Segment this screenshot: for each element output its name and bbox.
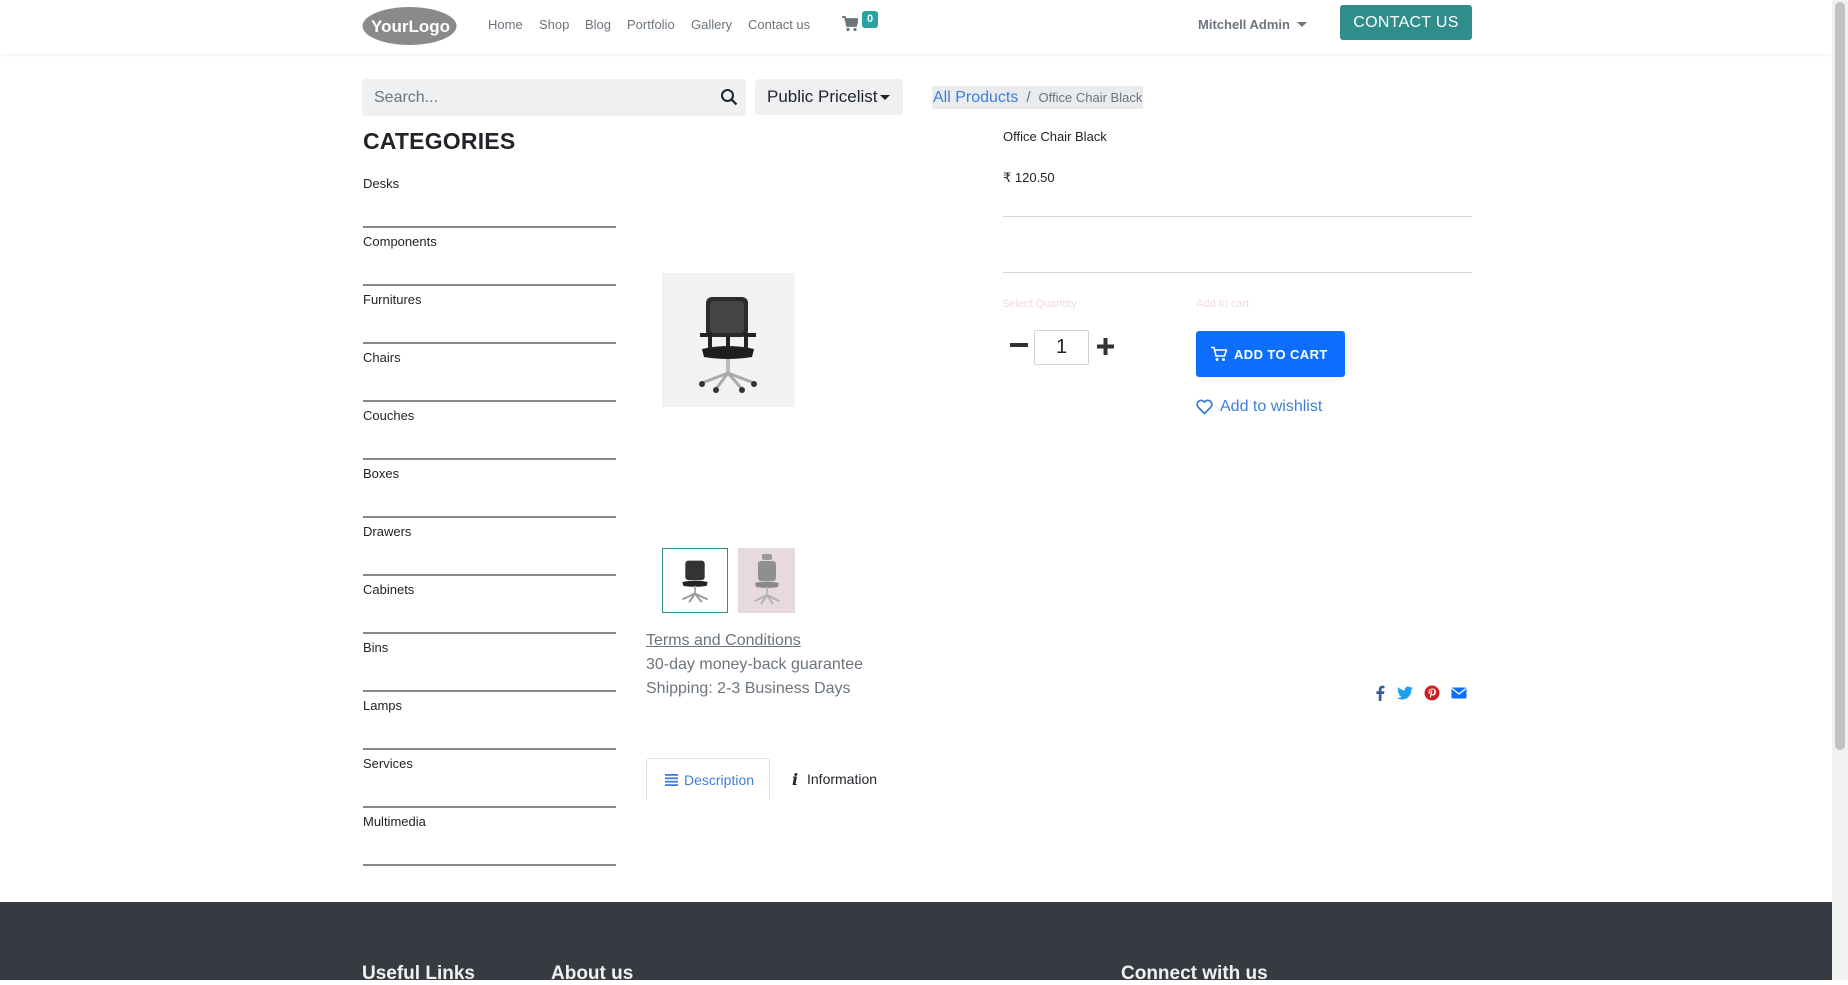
tab-description-label: Description xyxy=(684,772,755,788)
category-item[interactable]: Couches xyxy=(363,402,616,460)
facebook-icon[interactable] xyxy=(1372,685,1388,701)
category-label: Chairs xyxy=(363,350,401,365)
product-main-image[interactable] xyxy=(662,273,795,407)
email-icon[interactable] xyxy=(1451,685,1467,701)
category-label: Furnitures xyxy=(363,292,422,307)
category-label: Lamps xyxy=(363,698,403,713)
pricelist-dropdown[interactable]: Public Pricelist xyxy=(755,79,903,115)
quantity-increase-button[interactable] xyxy=(1097,338,1114,355)
contact-us-button[interactable]: CONTACT US xyxy=(1340,5,1472,40)
quantity-decrease-button[interactable] xyxy=(1010,343,1028,347)
twitter-icon[interactable] xyxy=(1397,685,1413,701)
category-item[interactable]: Multimedia xyxy=(363,808,616,866)
category-label: Boxes xyxy=(363,466,400,481)
nav-blog[interactable]: Blog xyxy=(585,17,611,32)
product-name: Office Chair Black xyxy=(1003,129,1107,144)
category-item[interactable]: Drawers xyxy=(363,518,616,576)
add-to-cart-caption: Add to cart xyxy=(1196,298,1250,310)
quantity-caption: Select Quantity xyxy=(1002,298,1077,310)
category-item[interactable]: Cabinets xyxy=(363,576,616,634)
product-thumbnail-grey[interactable] xyxy=(738,548,795,613)
terms-link[interactable]: Terms and Conditions xyxy=(646,632,801,650)
breadcrumb-all-products[interactable]: All Products xyxy=(933,89,1018,106)
category-label: Drawers xyxy=(363,524,412,539)
tab-description[interactable]: Description xyxy=(646,758,770,800)
user-menu-caret-icon[interactable] xyxy=(1297,22,1307,27)
breadcrumb-separator: / xyxy=(1026,89,1031,106)
info-icon: i xyxy=(792,770,799,789)
product-thumbnail-black[interactable] xyxy=(662,548,728,613)
add-to-cart-button[interactable]: ADD TO CART xyxy=(1196,331,1345,377)
category-item[interactable]: Lamps xyxy=(363,692,616,750)
footer-about-us-heading: About us xyxy=(551,963,634,984)
product-price: ₹ 120.50 xyxy=(1003,170,1055,185)
add-to-cart-label: ADD TO CART xyxy=(1234,347,1328,362)
nav-shop[interactable]: Shop xyxy=(539,17,569,32)
cart-icon[interactable] xyxy=(842,16,858,32)
category-item[interactable]: Chairs xyxy=(363,344,616,402)
pricelist-label: Public Pricelist xyxy=(767,87,878,106)
site-footer xyxy=(0,902,1832,980)
category-label: Services xyxy=(363,756,413,771)
footer-useful-links-heading: Useful Links xyxy=(362,963,475,984)
nav-contact-us[interactable]: Contact us xyxy=(748,17,810,32)
breadcrumb-current: Office Chair Black xyxy=(1038,90,1143,105)
tab-information-label: Information xyxy=(807,771,878,787)
categories-title: CATEGORIES xyxy=(363,128,516,154)
nav-gallery[interactable]: Gallery xyxy=(691,17,732,32)
category-label: Cabinets xyxy=(363,582,415,597)
guarantee-text: 30-day money-back guarantee xyxy=(646,656,864,673)
scrollbar-thumb[interactable] xyxy=(1835,2,1845,750)
category-item[interactable]: Furnitures xyxy=(363,286,616,344)
chevron-down-icon xyxy=(880,95,890,100)
category-item[interactable]: Bins xyxy=(363,634,616,692)
category-label: Components xyxy=(363,234,437,249)
list-icon xyxy=(665,774,678,786)
nav-home[interactable]: Home xyxy=(488,17,523,32)
divider xyxy=(1003,216,1472,217)
shipping-text: Shipping: 2-3 Business Days xyxy=(646,680,851,697)
user-menu[interactable]: Mitchell Admin xyxy=(1198,17,1290,32)
tab-information[interactable]: i Information xyxy=(790,758,900,800)
category-item[interactable]: Boxes xyxy=(363,460,616,518)
search-icon[interactable] xyxy=(720,88,738,106)
heart-icon xyxy=(1196,399,1213,415)
category-item[interactable]: Services xyxy=(363,750,616,808)
logo-text: YourLogo xyxy=(371,17,450,36)
quantity-input[interactable] xyxy=(1034,330,1089,365)
add-to-wishlist-label: Add to wishlist xyxy=(1220,398,1323,415)
footer-connect-heading: Connect with us xyxy=(1121,963,1268,984)
category-label: Bins xyxy=(363,640,389,655)
category-label: Desks xyxy=(363,176,400,191)
search-input[interactable] xyxy=(362,79,706,116)
category-item[interactable]: Desks xyxy=(363,170,616,228)
category-item[interactable]: Components xyxy=(363,228,616,286)
cart-icon xyxy=(1211,346,1227,361)
breadcrumb: All Products / Office Chair Black xyxy=(932,86,1144,109)
cart-count-badge: 0 xyxy=(862,11,878,28)
category-label: Multimedia xyxy=(363,814,426,829)
site-header xyxy=(0,0,1832,54)
divider xyxy=(1003,272,1472,273)
logo[interactable]: YourLogo xyxy=(362,6,457,46)
nav-portfolio[interactable]: Portfolio xyxy=(627,17,675,32)
category-label: Couches xyxy=(363,408,415,423)
pinterest-icon[interactable] xyxy=(1424,685,1440,701)
search-box xyxy=(362,79,746,116)
